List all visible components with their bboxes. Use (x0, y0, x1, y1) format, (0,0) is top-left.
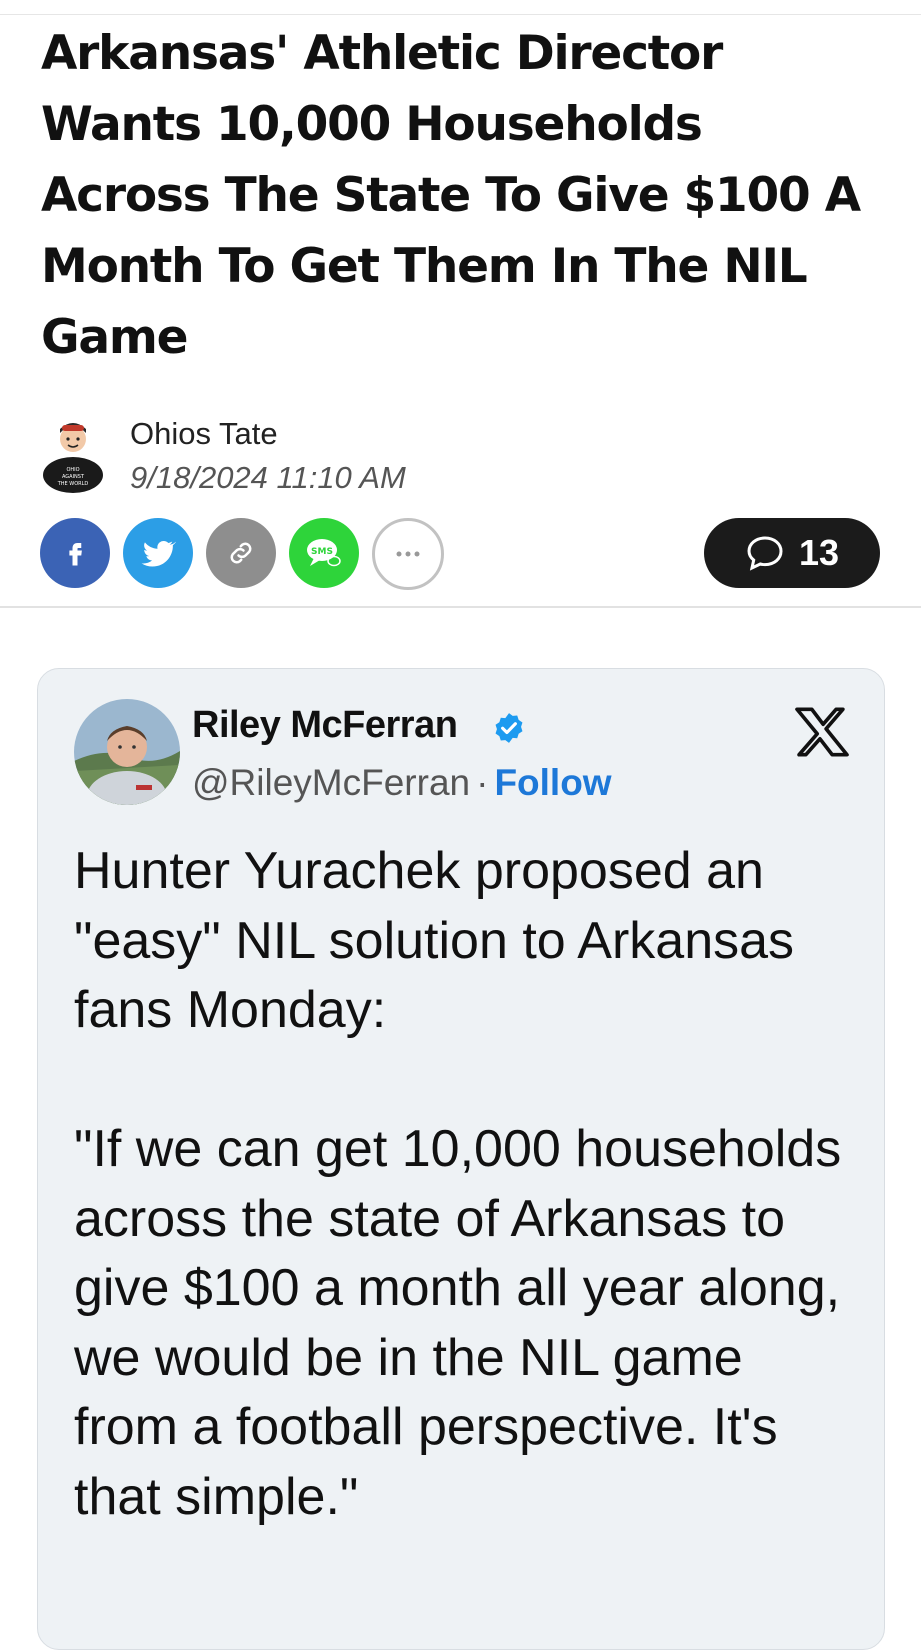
twitter-icon (141, 540, 176, 567)
svg-text:THE WORLD: THE WORLD (57, 481, 89, 487)
facebook-icon (69, 543, 82, 566)
link-icon (230, 542, 252, 564)
twitter-share-button[interactable] (123, 518, 193, 588)
embedded-tweet[interactable]: Riley McFerran @RileyMcFerran · Follow Hun… (37, 668, 885, 1650)
more-icon (396, 551, 420, 557)
handle-separator: · (476, 762, 489, 803)
tweet-text: Hunter Yurachek proposed an "easy" NIL s… (74, 842, 842, 1526)
tweet-author-name[interactable]: Riley McFerran (192, 703, 458, 747)
section-divider (0, 606, 921, 608)
author-byline: OHIO AGAINST THE WORLD Ohios Tate 9/18/2… (40, 415, 640, 495)
publish-date: 9/18/2024 11:10 AM (130, 460, 406, 495)
sms-label: SMS (311, 547, 333, 557)
comment-icon (747, 536, 783, 571)
author-name[interactable]: Ohios Tate (130, 415, 278, 453)
svg-text:AGAINST: AGAINST (62, 474, 85, 480)
tweet-handle[interactable]: @RileyMcFerran (192, 762, 470, 803)
x-logo-icon[interactable] (794, 707, 850, 757)
article-headline: Arkansas' Athletic Director Wants 10,000… (41, 26, 861, 365)
tweet-author-avatar[interactable] (74, 699, 180, 805)
copy-link-button[interactable] (206, 518, 276, 588)
sms-icon: SMS (307, 539, 341, 567)
facebook-share-button[interactable] (40, 518, 110, 588)
share-bar: SMS 13 (40, 518, 880, 590)
verified-badge-icon (495, 713, 523, 743)
follow-button[interactable]: Follow (494, 762, 611, 803)
svg-text:OHIO: OHIO (66, 467, 79, 473)
author-avatar[interactable]: OHIO AGAINST THE WORLD (40, 415, 106, 495)
comments-button[interactable]: 13 (704, 518, 880, 588)
more-share-button[interactable] (372, 518, 444, 590)
sms-share-button[interactable]: SMS (289, 518, 359, 588)
comments-count: 13 (798, 532, 840, 573)
tweet-handle-row: @RileyMcFerran · Follow (192, 761, 612, 805)
top-divider (0, 14, 921, 15)
